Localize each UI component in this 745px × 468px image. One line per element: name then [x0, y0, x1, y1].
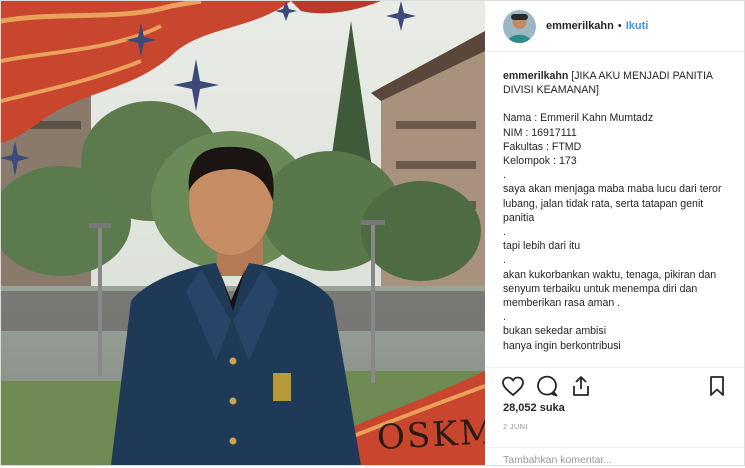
caption-head: emmerilkahn [JIKA AKU MENJADI PANITIA DI… [503, 69, 735, 97]
follow-button[interactable]: Ikuti [626, 20, 649, 32]
comment-bar [485, 447, 744, 468]
post-header: emmerilkahn • Ikuti [485, 1, 744, 52]
post-caption: emmerilkahn [JIKA AKU MENJADI PANITIA DI… [503, 69, 735, 365]
heart-icon[interactable] [501, 374, 525, 398]
caption-line: Kelompok : 173 [503, 155, 577, 168]
username-link[interactable]: emmerilkahn [546, 20, 614, 32]
caption-lines: Nama : Emmeril Kahn Mumtadz NIM : 1691711… [503, 111, 735, 352]
avatar-image [503, 9, 536, 43]
caption-line: tapi lebih dari itu [503, 240, 581, 253]
post-date: 2 JUNI [503, 422, 528, 431]
bookmark-icon[interactable] [705, 374, 729, 398]
post-photo[interactable]: OSKM [1, 1, 485, 465]
caption-line: Nama : Emmeril Kahn Mumtadz [503, 112, 654, 125]
caption-line: . [503, 226, 506, 239]
instagram-post: OSKM emmerilkahn • Ikuti emmerilkahn [JI… [0, 0, 745, 466]
caption-line: . [503, 254, 506, 267]
oskm-label: OSKM [376, 411, 485, 459]
post-side-panel: emmerilkahn • Ikuti emmerilkahn [JIKA AK… [485, 1, 744, 468]
comment-input[interactable] [503, 454, 723, 466]
likes-count[interactable]: 28,052 suka [503, 402, 565, 414]
separator-dot: • [617, 20, 622, 32]
caption-line: akan kukorbankan waktu, tenaga, pikiran … [503, 268, 720, 310]
caption-line: . [503, 169, 506, 182]
caption-line: hanya ingin berkontribusi [503, 339, 621, 352]
action-bar [485, 367, 744, 402]
comment-icon[interactable] [535, 374, 559, 398]
photo-illustration [1, 1, 485, 465]
caption-line: . [503, 311, 506, 324]
caption-username[interactable]: emmerilkahn [503, 70, 568, 82]
caption-line: Fakultas : FTMD [503, 140, 582, 153]
avatar[interactable] [503, 9, 536, 43]
caption-line: NIM : 16917111 [503, 126, 577, 139]
caption-line: bukan sekedar ambisi [503, 325, 607, 338]
share-icon[interactable] [569, 374, 593, 398]
caption-line: saya akan menjaga maba maba lucu dari te… [503, 183, 725, 224]
